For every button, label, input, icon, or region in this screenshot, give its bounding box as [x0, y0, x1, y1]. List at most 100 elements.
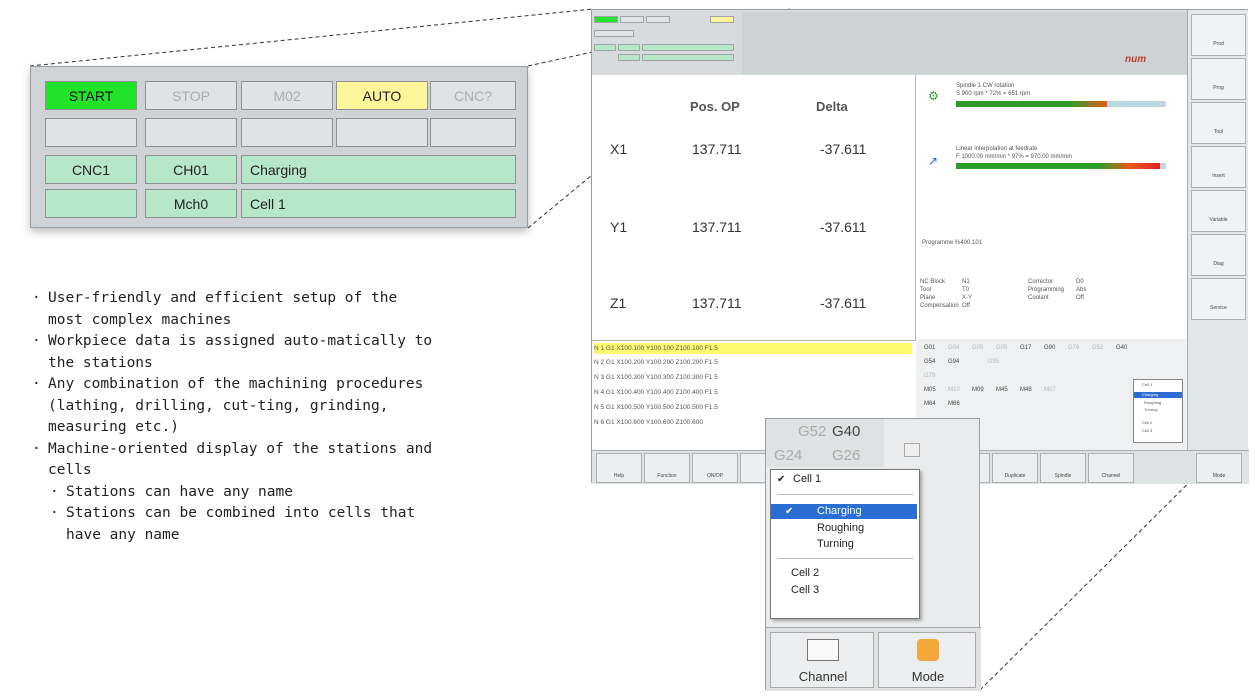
- side-button-variable[interactable]: Variable: [1191, 190, 1246, 232]
- mini-menu-item[interactable]: Turning: [1144, 407, 1157, 412]
- mini-indicator: [620, 16, 644, 23]
- gcode: G79: [1068, 345, 1080, 351]
- nc-value: Abs: [1076, 287, 1087, 293]
- help-button[interactable]: Help: [596, 453, 642, 483]
- mini-cell: [642, 54, 734, 61]
- list-item: Stations can be combined into cells that…: [48, 503, 440, 546]
- side-button-service[interactable]: Service: [1191, 278, 1246, 320]
- side-button-tool[interactable]: Tool: [1191, 102, 1246, 144]
- mini-indicator: [646, 16, 670, 23]
- empty-cell: [45, 118, 137, 147]
- channel-button[interactable]: Channel: [1088, 453, 1134, 483]
- channel-name: CNC1: [45, 155, 137, 184]
- nc-value: Off: [962, 303, 970, 309]
- list-item: Workpiece data is assigned auto-maticall…: [30, 331, 440, 374]
- channel-label: Channel: [798, 669, 848, 684]
- position-panel: Pos. OP Delta X1 137.711 -37.611 Y1 137.…: [592, 75, 916, 340]
- gcode: G01: [924, 345, 936, 351]
- mini-menu-item[interactable]: Cell 1: [1142, 382, 1152, 387]
- program-line-active[interactable]: N 1 G1 X100.100 Y100.100 Z100.100 F1.5: [594, 343, 912, 354]
- nc-value: D0: [1076, 279, 1084, 285]
- side-button-prod[interactable]: Prod: [1191, 14, 1246, 56]
- side-button-insert[interactable]: Insert: [1191, 146, 1246, 188]
- axis-position: 137.711: [692, 141, 742, 157]
- gcode: G40: [1116, 345, 1128, 351]
- start-indicator[interactable]: START: [45, 81, 137, 110]
- menu-item-turning[interactable]: Turning: [771, 537, 917, 552]
- empty-cell: [45, 189, 137, 218]
- program-line[interactable]: N 4 G1 X100.400 Y100.400 Z100.400 F1.5: [594, 387, 912, 398]
- spindle-title: Spindle 1 CW rotation: [956, 83, 1015, 89]
- feed-box: ↗ Linear interpolation at feedrate F 100…: [916, 124, 1187, 211]
- empty-cell: [145, 118, 237, 147]
- feed-bar-fill: [956, 163, 1160, 169]
- gcode: M07: [1044, 387, 1056, 393]
- mini-indicator: [594, 30, 634, 37]
- menu-item-charging[interactable]: ✔ Charging: [771, 504, 917, 519]
- nc-label: Corrector: [1028, 279, 1054, 285]
- mini-menu-item-selected[interactable]: Charging: [1134, 392, 1182, 398]
- menu-item-roughing[interactable]: Roughing: [771, 521, 917, 536]
- mode-button[interactable]: Mode: [1196, 453, 1242, 483]
- gcode: G54: [924, 359, 936, 365]
- mini-station-menu[interactable]: Cell 1 Charging Roughing Turning Cell 2 …: [1133, 379, 1183, 443]
- channel-icon: [807, 639, 839, 661]
- mini-menu-item[interactable]: Roughing: [1144, 400, 1161, 405]
- axis-delta: -37.611: [820, 295, 867, 311]
- axis-label: Z1: [610, 295, 627, 311]
- mode-button-zoom[interactable]: Mode: [878, 632, 976, 688]
- program-line[interactable]: N 3 G1 X100.300 Y100.300 Z100.300 F1.5: [594, 372, 912, 383]
- nc-value: T0: [962, 287, 970, 293]
- gcode-zoom: G26: [832, 447, 861, 464]
- spindle-bar-fill: [956, 101, 1108, 107]
- station-dropdown-menu[interactable]: ✔ Cell 1 ✔ Charging Roughing Turning Cel…: [770, 469, 920, 619]
- axis-delta: -37.611: [820, 219, 867, 235]
- list-item: Stations can have any name: [48, 482, 440, 504]
- nc-value: X-Y: [962, 295, 973, 301]
- mode-label: Mode: [911, 669, 945, 684]
- side-button-prog[interactable]: Prog: [1191, 58, 1246, 100]
- num-logo: num: [1125, 54, 1147, 65]
- mini-menu-item[interactable]: Cell 3: [1142, 428, 1152, 433]
- programme-name: Programme %400.101: [922, 240, 983, 246]
- menu-item-cell-2[interactable]: Cell 2: [771, 566, 917, 581]
- pos-op-header: Pos. OP: [690, 99, 740, 114]
- axis-position: 137.711: [692, 295, 742, 311]
- nc-label: Tool: [920, 287, 932, 293]
- mini-start-indicator[interactable]: [594, 16, 618, 23]
- side-button-diag[interactable]: Diag: [1191, 234, 1246, 276]
- check-icon: ✔: [785, 506, 794, 517]
- list-item: Any combination of the machining procedu…: [30, 374, 440, 439]
- machine-id: Mch0: [145, 189, 237, 218]
- onop-button[interactable]: ON/OP: [692, 453, 738, 483]
- program-line[interactable]: N 5 G1 X100.500 Y100.500 Z100.500 F1.5: [594, 402, 912, 413]
- status-info-panel: ⚙ Spindle 1 CW rotation S 900 rpm * 72% …: [916, 75, 1187, 450]
- nc-label: Coolant: [1028, 295, 1049, 301]
- auto-mode-indicator[interactable]: AUTO: [336, 81, 428, 110]
- nc-label: Compensation: [920, 303, 959, 309]
- list-item: User-friendly and efficient setup of the…: [30, 288, 440, 331]
- gcode: M10: [948, 387, 960, 393]
- gcode: M66: [948, 401, 960, 407]
- program-line[interactable]: N 2 G1 X100.200 Y100.200 Z100.200 F1.5: [594, 357, 912, 368]
- function-button[interactable]: Function: [644, 453, 690, 483]
- gcode-zoom: G52: [798, 423, 827, 440]
- channel-button-zoom[interactable]: Channel: [770, 632, 874, 688]
- gcode: M05: [924, 387, 936, 393]
- nc-info-box: NC Block N1 Corrector D0 Tool T0 Program…: [916, 265, 1187, 340]
- gcode: M64: [924, 401, 936, 407]
- nc-label: Programming: [1028, 287, 1065, 293]
- nc-value: N1: [962, 279, 970, 285]
- zoom-toolbar: Channel Mode: [766, 627, 981, 691]
- axis-delta: -37.611: [820, 141, 867, 157]
- menu-divider: [777, 558, 913, 559]
- menu-item-cell-1[interactable]: ✔ Cell 1: [771, 472, 917, 487]
- stop-indicator[interactable]: STOP: [145, 81, 237, 110]
- menu-item-cell-3[interactable]: Cell 3: [771, 583, 917, 598]
- header-area: [742, 12, 1187, 74]
- spindle-button[interactable]: Spindle: [1040, 453, 1086, 483]
- gcode: G79: [924, 373, 936, 379]
- gcode: G04: [948, 345, 960, 351]
- duplicate-button[interactable]: Duplicate: [992, 453, 1038, 483]
- mini-menu-item[interactable]: Cell 2: [1142, 420, 1152, 425]
